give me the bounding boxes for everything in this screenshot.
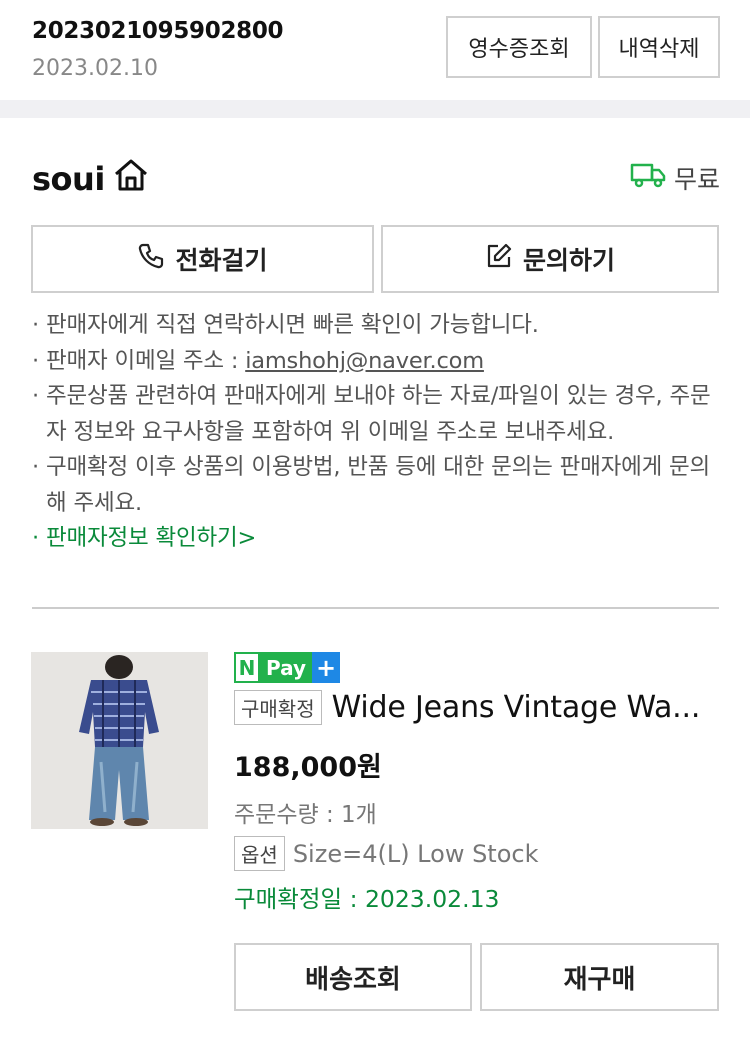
product-title-link[interactable]: Wide Jeans Vintage Wa... [332, 690, 720, 725]
email-label: 판매자 이메일 주소 : [46, 347, 246, 374]
seller-name: soui [32, 160, 105, 198]
notice-item: 주문상품 관련하여 판매자에게 보내야 하는 자료/파일이 있는 경우, 주문자… [32, 379, 722, 450]
option-row: 옵션 Size=4(L) Low Stock [234, 836, 539, 871]
purchase-confirm-date: 구매확정일 : 2023.02.13 [234, 885, 500, 913]
shipping-fee-label: 무료 [673, 165, 720, 194]
call-button-label: 전화걸기 [175, 246, 268, 275]
rebuy-button[interactable]: 재구매 [480, 943, 719, 1011]
receipt-view-button[interactable]: 영수증조회 [446, 16, 592, 78]
product-thumbnail[interactable] [31, 652, 208, 829]
status-badge: 구매확정 [234, 690, 322, 725]
track-delivery-button[interactable]: 배송조회 [234, 943, 472, 1011]
seller-email-link[interactable]: iamshohj@naver.com [245, 348, 484, 374]
npay-n-mark: N [234, 652, 260, 683]
shipping-fee: 무료 [630, 160, 720, 196]
order-quantity: 주문수량 : 1개 [234, 802, 377, 828]
notice-item: 판매자에게 직접 연락하시면 빠른 확인이 가능합니다. [32, 308, 722, 344]
truck-icon [630, 162, 666, 194]
notice-item: 구매확정 이후 상품의 이용방법, 반품 등에 대한 문의는 판매자에게 문의해… [32, 450, 722, 521]
product-price: 188,000원 [234, 752, 382, 783]
naver-pay-plus-badge: N Pay + [234, 652, 341, 683]
npay-pay-mark: Pay [260, 652, 313, 683]
seller-info-link[interactable]: 판매자정보 확인하기> [32, 521, 722, 557]
order-date: 2023.02.10 [32, 56, 158, 81]
call-seller-button[interactable]: 전화걸기 [31, 225, 374, 293]
seller-store-link[interactable]: soui [32, 158, 149, 200]
product-title-row: 구매확정 Wide Jeans Vintage Wa... [234, 690, 720, 725]
home-icon [113, 158, 149, 200]
npay-plus-mark: + [312, 652, 341, 683]
inquiry-button-label: 문의하기 [522, 246, 615, 275]
delete-history-button[interactable]: 내역삭제 [598, 16, 720, 78]
order-number: 2023021095902800 [32, 18, 284, 44]
option-value: Size=4(L) Low Stock [292, 839, 539, 868]
inquiry-button[interactable]: 문의하기 [381, 225, 719, 293]
edit-icon [485, 242, 513, 276]
notice-item-email: 판매자 이메일 주소 : iamshohj@naver.com [32, 344, 722, 380]
order-header: 2023021095902800 2023.02.10 영수증조회 내역삭제 [0, 0, 750, 102]
seller-contact-notices: 판매자에게 직접 연락하시면 빠른 확인이 가능합니다. 판매자 이메일 주소 … [32, 308, 722, 557]
phone-icon [137, 242, 165, 276]
divider [32, 607, 719, 609]
section-separator [0, 100, 750, 118]
option-badge: 옵션 [234, 836, 285, 871]
